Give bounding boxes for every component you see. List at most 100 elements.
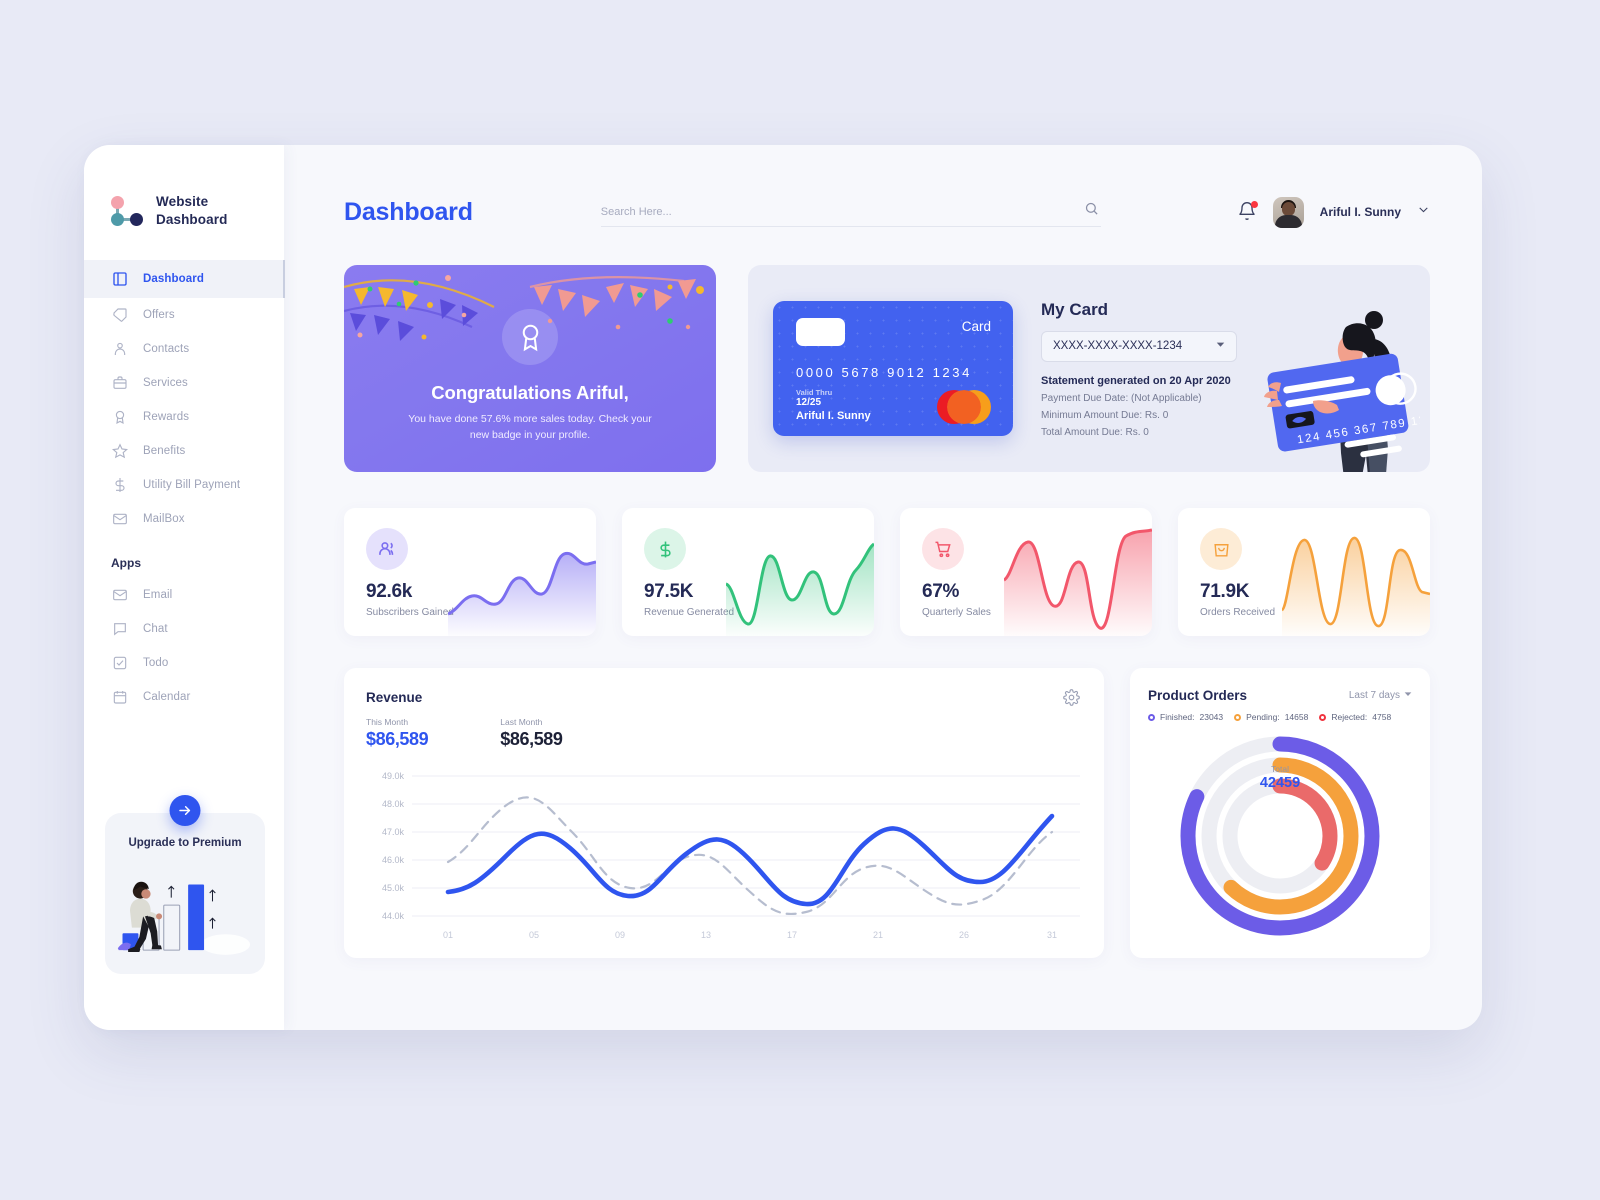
dollar-icon	[644, 528, 686, 570]
minimum-due-line: Minimum Amount Due: Rs. 0	[1041, 409, 1169, 421]
sparkline-chart	[1004, 528, 1152, 636]
revenue-title: Revenue	[366, 690, 423, 705]
stat-value: 92.6k	[366, 581, 413, 602]
product-orders-panel: Product Orders Last 7 days Finished: 230…	[1130, 668, 1430, 958]
chevron-down-icon[interactable]	[1417, 203, 1430, 221]
my-card-panel: Card 0000 5678 9012 1234 Valid Thru 12/2…	[748, 265, 1430, 472]
svg-text:46.0k: 46.0k	[382, 855, 405, 865]
upgrade-illustration	[115, 855, 255, 960]
sidebar: Website Dashboard Dashboard Offers Conta…	[84, 145, 285, 1030]
orders-total: Total 42459	[1130, 764, 1430, 791]
stat-card-subscribers[interactable]: 92.6k Subscribers Gained	[344, 508, 596, 636]
apps-nav: Email Chat Todo Calendar	[84, 578, 284, 714]
user-name: Ariful I. Sunny	[1319, 205, 1401, 219]
sidebar-item-todo[interactable]: Todo	[84, 646, 284, 680]
sidebar-item-benefits[interactable]: Benefits	[84, 434, 284, 468]
mail-icon	[111, 510, 128, 527]
mastercard-logo-icon	[937, 390, 991, 424]
sidebar-item-label: MailBox	[143, 512, 185, 525]
card-select-dropdown[interactable]: XXXX-XXXX-XXXX-1234	[1041, 330, 1237, 362]
search-box[interactable]	[600, 197, 1101, 227]
last-month-line	[446, 796, 1054, 916]
sidebar-item-mailbox[interactable]: MailBox	[84, 502, 284, 536]
stat-card-orders[interactable]: 71.9K Orders Received	[1178, 508, 1430, 636]
svg-text:45.0k: 45.0k	[382, 883, 405, 893]
search-icon[interactable]	[1084, 201, 1099, 221]
brand-logo[interactable]: Website Dashboard	[84, 145, 284, 229]
sidebar-item-calendar[interactable]: Calendar	[84, 680, 284, 714]
apps-section-title: Apps	[111, 555, 141, 570]
congratulations-card: Congratulations Ariful, You have done 57…	[344, 265, 716, 472]
sidebar-item-offers[interactable]: Offers	[84, 298, 284, 332]
upgrade-card[interactable]: Upgrade to Premium	[105, 813, 265, 974]
sidebar-item-label: Rewards	[143, 410, 190, 423]
sidebar-item-label: Dashboard	[143, 272, 204, 285]
sidebar-item-email[interactable]: Email	[84, 578, 284, 612]
legend-label: Rejected:	[1331, 712, 1368, 722]
svg-text:44.0k: 44.0k	[382, 911, 405, 921]
total-label: Total	[1271, 764, 1289, 774]
notification-bell-icon[interactable]	[1237, 201, 1258, 223]
avatar[interactable]	[1272, 196, 1304, 228]
credit-card-visual: Card 0000 5678 9012 1234 Valid Thru 12/2…	[773, 301, 1013, 436]
legend-value: 4758	[1372, 712, 1392, 722]
legend-item-pending: Pending: 14658	[1234, 712, 1308, 722]
total-value: 42459	[1259, 775, 1301, 791]
svg-text:48.0k: 48.0k	[382, 799, 405, 809]
this-month-block: This Month $86,589	[366, 717, 429, 750]
chevron-down-icon	[1216, 340, 1225, 352]
svg-text:13: 13	[701, 930, 711, 940]
orders-legend: Finished: 23043 Pending: 14658 Rejected:…	[1148, 712, 1412, 722]
primary-nav: Dashboard Offers Contacts Services Rewar…	[84, 259, 285, 536]
card-number: 0000 5678 9012 1234	[796, 365, 972, 380]
last-month-label: Last Month	[500, 717, 543, 727]
total-due-line: Total Amount Due: Rs. 0	[1041, 426, 1149, 438]
chevron-down-icon	[1404, 690, 1412, 701]
sidebar-item-label: Utility Bill Payment	[143, 478, 241, 491]
legend-label: Finished:	[1160, 712, 1195, 722]
sidebar-item-rewards[interactable]: Rewards	[84, 400, 284, 434]
top-bar: Dashboard Ariful I. Sunny	[344, 191, 1430, 233]
card-chip	[796, 318, 845, 346]
congratulations-text: You have done 57.6% more sales today. Ch…	[408, 413, 652, 441]
orders-range-dropdown[interactable]: Last 7 days	[1349, 690, 1412, 701]
checkbox-icon	[111, 654, 128, 671]
legend-marker-icon	[1234, 713, 1242, 721]
sidebar-item-label: Todo	[143, 656, 169, 669]
sidebar-item-contacts[interactable]: Contacts	[84, 332, 284, 366]
stat-label: Revenue Generated	[644, 607, 735, 618]
sidebar-item-services[interactable]: Services	[84, 366, 284, 400]
stat-label: Orders Received	[1200, 607, 1276, 618]
stats-row: 92.6k Subscribers Gained 97.5K Revenue G…	[344, 508, 1430, 636]
stat-label: Subscribers Gained	[366, 607, 454, 618]
bottom-row: Revenue This Month $86,589 Last Month $8…	[344, 668, 1430, 958]
svg-text:26: 26	[959, 930, 969, 940]
stat-card-quarterly-sales[interactable]: 67% Quarterly Sales	[900, 508, 1152, 636]
this-month-label: This Month	[366, 717, 409, 727]
arrow-right-icon[interactable]	[169, 795, 201, 826]
card-brand-label: Card	[961, 319, 991, 334]
calendar-icon	[111, 688, 128, 705]
search-input[interactable]	[600, 205, 1101, 218]
gear-icon[interactable]	[1063, 689, 1080, 711]
orders-title: Product Orders	[1148, 688, 1248, 703]
card-illustration: 124 456 367 789 123	[1255, 287, 1430, 472]
stat-value: 67%	[922, 581, 960, 602]
stat-card-revenue[interactable]: 97.5K Revenue Generated	[622, 508, 874, 636]
sidebar-item-label: Email	[143, 588, 173, 601]
stat-value: 97.5K	[644, 581, 694, 602]
sidebar-item-utility-bill-payment[interactable]: Utility Bill Payment	[84, 468, 284, 502]
users-icon	[366, 528, 408, 570]
this-month-value: $86,589	[366, 729, 429, 749]
brand-name: Website Dashboard	[156, 194, 228, 227]
top-right-actions: Ariful I. Sunny	[1237, 196, 1430, 228]
dashboard-app: Website Dashboard Dashboard Offers Conta…	[84, 145, 1482, 1030]
star-icon	[111, 442, 128, 459]
sidebar-item-label: Benefits	[143, 444, 186, 457]
orders-range-label: Last 7 days	[1348, 690, 1400, 701]
mail-icon	[111, 586, 128, 603]
stat-label: Quarterly Sales	[922, 607, 991, 618]
sidebar-item-chat[interactable]: Chat	[84, 612, 284, 646]
sidebar-item-dashboard[interactable]: Dashboard	[84, 259, 285, 298]
dollar-icon	[111, 476, 128, 493]
